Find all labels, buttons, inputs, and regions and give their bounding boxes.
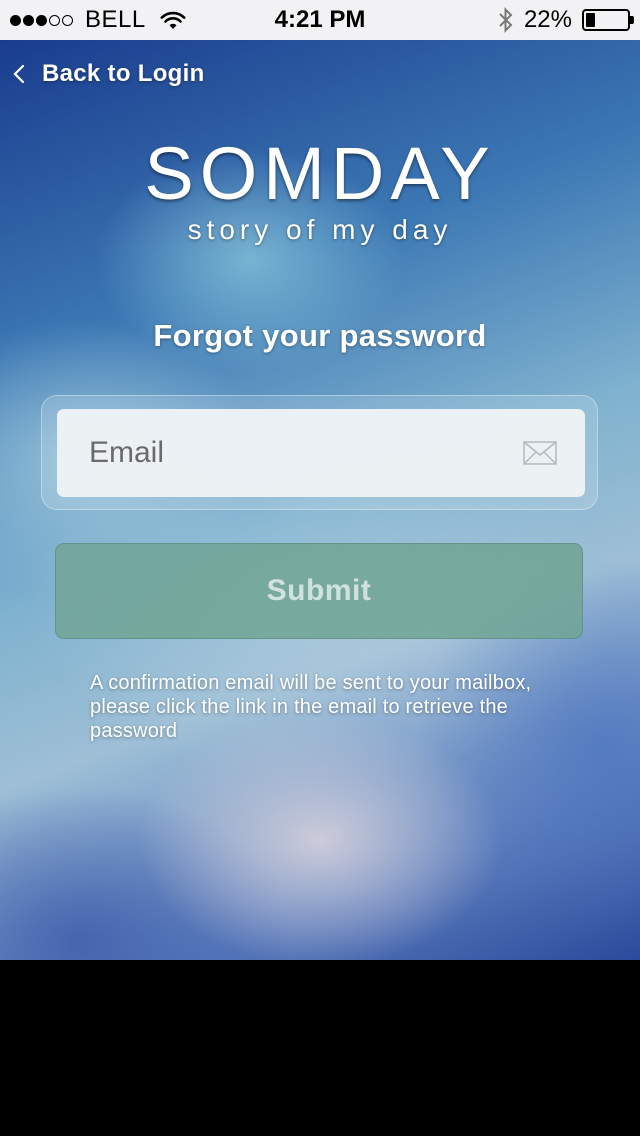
page-title: Forgot your password xyxy=(153,318,487,353)
submit-button[interactable]: Submit xyxy=(55,543,583,639)
battery-percent: 22% xyxy=(523,6,572,33)
envelope-icon xyxy=(523,441,557,470)
email-input[interactable] xyxy=(87,435,487,471)
app-logo: SOMDAY story of my day xyxy=(0,134,640,246)
status-right: 22% xyxy=(498,0,634,40)
email-field-container xyxy=(41,395,598,510)
status-bar: BELL 4:21 PM 22% xyxy=(0,0,640,40)
back-to-login-label: Back to Login xyxy=(42,60,205,87)
bottom-black-area xyxy=(0,960,640,1136)
logo-tagline: story of my day xyxy=(187,214,453,245)
battery-fill xyxy=(586,13,595,27)
chevron-left-icon xyxy=(12,63,26,85)
forgot-password-screen: BELL 4:21 PM 22% Back to Login SOMDAY st… xyxy=(0,0,640,1136)
back-to-login-button[interactable]: Back to Login xyxy=(12,54,205,94)
battery-icon xyxy=(582,9,634,31)
confirmation-note: A confirmation email will be sent to you… xyxy=(90,672,532,742)
bluetooth-icon xyxy=(498,7,514,33)
email-field[interactable] xyxy=(57,409,585,497)
logo-title: SOMDAY xyxy=(144,132,496,215)
